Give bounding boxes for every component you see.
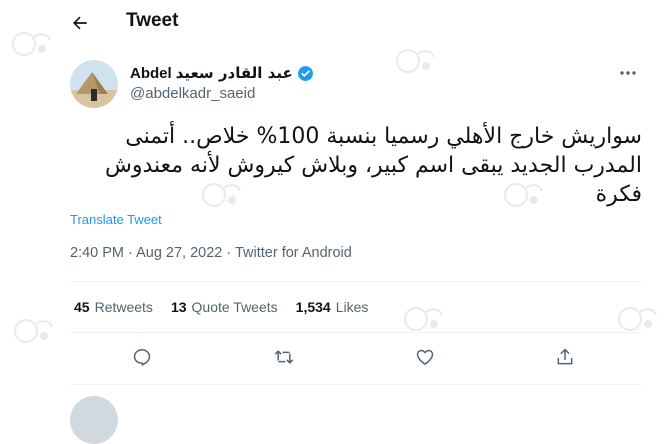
tweet-actions xyxy=(70,344,642,370)
tweet-text-line: فكرة xyxy=(595,182,642,207)
reply-button[interactable] xyxy=(129,344,155,370)
share-button[interactable] xyxy=(552,344,578,370)
retweet-button[interactable] xyxy=(271,344,297,370)
author-name-row[interactable]: Abdel عبد القادر سعيد xyxy=(130,64,314,82)
author-name-arabic: عبد القادر سعيد xyxy=(175,64,293,82)
tweet-text-line: سواريش خارج الأهلي رسميا بنسبة 100% خلاص… xyxy=(125,124,642,149)
retweets-label: Retweets xyxy=(94,299,153,315)
more-button[interactable] xyxy=(616,63,640,83)
retweets-stat[interactable]: 45 Retweets xyxy=(74,299,153,315)
likes-stat[interactable]: 1,534 Likes xyxy=(296,299,369,315)
more-icon xyxy=(620,71,636,75)
tweet-text: سواريش خارج الأهلي رسميا بنسبة 100% خلاص… xyxy=(70,122,642,209)
likes-label: Likes xyxy=(335,299,369,315)
likes-count: 1,534 xyxy=(295,299,331,315)
divider xyxy=(70,281,642,282)
retweets-count: 45 xyxy=(74,299,90,315)
reply-author-avatar[interactable] xyxy=(70,396,118,444)
quote-tweets-count: 13 xyxy=(170,299,187,315)
verified-badge-icon xyxy=(297,65,313,81)
heart-icon xyxy=(416,349,434,365)
author-name-latin: Abdel xyxy=(130,64,172,82)
tweet-header: Tweet xyxy=(0,0,669,44)
arrow-left-icon xyxy=(72,16,87,30)
back-button[interactable] xyxy=(66,9,94,37)
retweet-icon xyxy=(274,350,294,364)
watermark-logo xyxy=(14,319,53,343)
watermark-logo xyxy=(396,49,435,73)
tweet-timestamp-source[interactable]: 2:40 PM · Aug 27, 2022 · Twitter for And… xyxy=(70,245,352,261)
tweet-stats: 45 Retweets 13 Quote Tweets 1,534 Likes xyxy=(74,299,368,315)
page-title: Tweet xyxy=(126,10,179,31)
like-button[interactable] xyxy=(412,344,438,370)
quote-tweets-label: Quote Tweets xyxy=(191,299,278,315)
divider xyxy=(70,332,642,333)
share-icon xyxy=(557,348,573,365)
reply-icon xyxy=(133,349,151,366)
author-avatar[interactable] xyxy=(70,60,118,108)
author-handle[interactable]: @abdelkadr_saeid xyxy=(130,85,255,102)
translate-tweet-link[interactable]: Translate Tweet xyxy=(70,212,162,227)
tweet-text-line: المدرب الجديد يبقى اسم كبير، وبلاش كيروش… xyxy=(105,153,642,178)
divider xyxy=(70,384,642,385)
quote-tweets-stat[interactable]: 13 Quote Tweets xyxy=(171,299,278,315)
